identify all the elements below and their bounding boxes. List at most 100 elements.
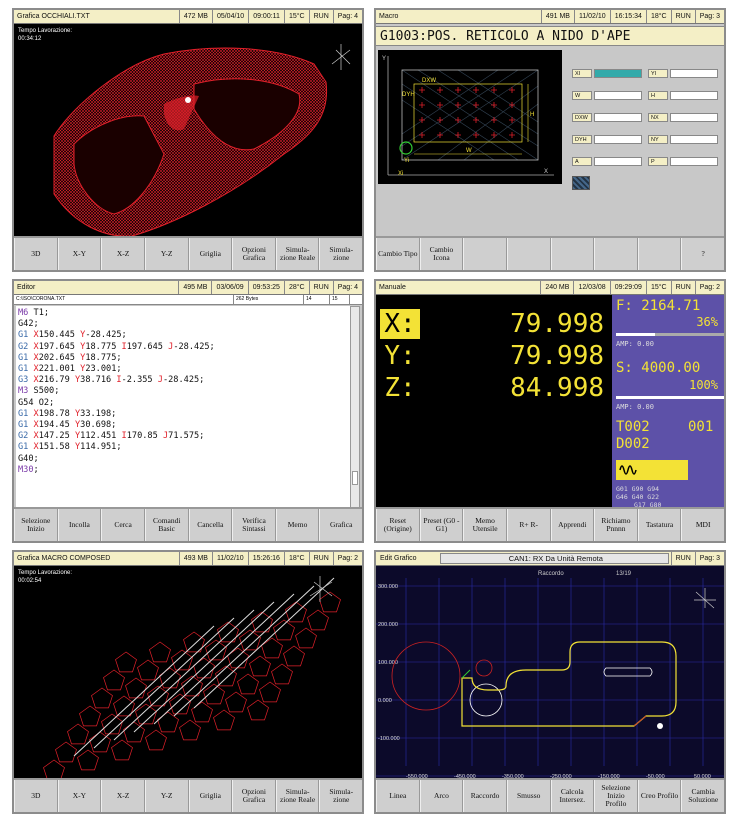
field-value[interactable] <box>594 134 642 144</box>
key-arco[interactable]: Arco <box>419 780 464 812</box>
profile-editor-view[interactable]: Raccordo 13/19 300.000 200.000 100.000 0.00… <box>376 566 724 782</box>
axis-z[interactable]: Z: 84.998 <box>380 373 608 403</box>
field-ny[interactable]: NY <box>648 134 718 144</box>
key-linea[interactable]: Linea <box>376 780 420 812</box>
page-indicator: Pag: 3 <box>694 10 724 23</box>
window-title: Grafica MACRO COMPOSED <box>17 555 111 562</box>
key-help[interactable]: ? <box>681 238 724 270</box>
key-cambio-icona[interactable]: Cambio Icona <box>419 238 464 270</box>
pentagon-cell <box>307 609 329 631</box>
field-nx[interactable]: NX <box>648 112 718 122</box>
key-apprendi[interactable]: Apprendi <box>550 509 595 541</box>
field-value[interactable] <box>670 156 718 166</box>
key-opzioni-grafica[interactable]: Opzioni Grafica <box>232 780 276 812</box>
field-xi[interactable]: XI <box>572 68 642 78</box>
axis-x[interactable]: X: 79.998 <box>380 309 608 339</box>
key-3d[interactable]: 3D <box>14 238 58 270</box>
field-w[interactable]: W <box>572 90 642 100</box>
key-empty-4[interactable] <box>506 238 551 270</box>
field-value[interactable] <box>594 156 642 166</box>
key-incolla[interactable]: Incolla <box>57 509 102 541</box>
key-simulazione-reale[interactable]: Simula-zione Reale <box>275 780 320 812</box>
key-cancella[interactable]: Cancella <box>188 509 233 541</box>
key-selezione-inizio-profilo[interactable]: Selezione Inizio Profilo <box>594 780 638 812</box>
field-p[interactable]: P <box>648 156 718 166</box>
key-opzioni-grafica[interactable]: Opzioni Grafica <box>232 238 276 270</box>
axis-y[interactable]: Y: 79.998 <box>380 341 608 371</box>
field-dyh[interactable]: DYH <box>572 134 642 144</box>
field-value[interactable] <box>594 68 642 78</box>
pentagon-cell <box>319 591 341 613</box>
key-raccordo[interactable]: Raccordo <box>463 780 507 812</box>
key-smusso[interactable]: Smusso <box>506 780 551 812</box>
key-griglia[interactable]: Griglia <box>188 780 233 812</box>
key-xy[interactable]: X-Y <box>57 238 102 270</box>
key-tastatura[interactable]: Tastatura <box>637 509 682 541</box>
tool-number: T002 <box>616 419 650 435</box>
field-dxw[interactable]: DXW <box>572 112 642 122</box>
key-creo-profilo[interactable]: Creo Profilo <box>637 780 682 812</box>
key-empty-6[interactable] <box>594 238 638 270</box>
key-r-plus-minus[interactable]: R+ R- <box>506 509 551 541</box>
field-h[interactable]: H <box>648 90 718 100</box>
field-value[interactable] <box>670 68 718 78</box>
pentagon-cell <box>239 629 261 651</box>
key-cambio-tipo[interactable]: Cambio Tipo <box>376 238 420 270</box>
key-preset[interactable]: Preset (G0 - G1) <box>419 509 464 541</box>
key-yz[interactable]: Y-Z <box>144 780 189 812</box>
editor-scrollbar[interactable] <box>350 306 360 511</box>
code-editor[interactable]: M6 T1; G42; G1 X150.445 Y-28.425; G2 X19… <box>16 306 350 511</box>
key-richiamo[interactable]: Richiamo Pnnnn <box>594 509 638 541</box>
key-yz[interactable]: Y-Z <box>144 238 189 270</box>
title-bar: Macro 491 MB 11/02/10 16:15:34 18°C RUN … <box>376 10 724 24</box>
key-xz[interactable]: X-Z <box>101 780 145 812</box>
time: 09:53:25 <box>247 281 284 294</box>
key-3d[interactable]: 3D <box>14 780 58 812</box>
key-griglia[interactable]: Griglia <box>188 238 233 270</box>
pentagon-cell <box>249 655 271 677</box>
graphic-view[interactable]: Tempo Lavorazione: 00:34:12 <box>14 24 362 240</box>
key-cerca[interactable]: Cerca <box>101 509 145 541</box>
key-verifica-sintassi[interactable]: Verifica Sintassi <box>232 509 276 541</box>
grid-point-marker <box>491 132 497 138</box>
field-label: H <box>648 90 668 100</box>
key-xy[interactable]: X-Y <box>57 780 102 812</box>
key-empty-7[interactable] <box>637 238 682 270</box>
scrollbar-thumb[interactable] <box>352 471 358 485</box>
key-comandi-basic[interactable]: Comandi Basic <box>144 509 189 541</box>
memory: 493 MB <box>178 552 212 565</box>
field-value[interactable] <box>670 112 718 122</box>
key-xz[interactable]: X-Z <box>101 238 145 270</box>
key-simulazione[interactable]: Simula-zione <box>319 238 362 270</box>
field-value[interactable] <box>670 134 718 144</box>
field-a[interactable]: A <box>572 156 642 166</box>
grid-point-marker <box>455 87 461 93</box>
key-grafica[interactable]: Grafica <box>319 509 362 541</box>
field-value[interactable] <box>594 90 642 100</box>
diagram-dxw-label: DXW <box>422 78 436 84</box>
field-yi[interactable]: YI <box>648 68 718 78</box>
key-mdi[interactable]: MDI <box>681 509 724 541</box>
key-empty-3[interactable] <box>463 238 507 270</box>
date: 03/06/09 <box>211 281 247 294</box>
key-memo[interactable]: Memo <box>275 509 320 541</box>
macro-icon[interactable] <box>572 176 590 190</box>
key-simulazione-reale[interactable]: Simula-zione Reale <box>275 238 320 270</box>
work-time: Tempo Lavorazione: 00:02:54 <box>18 569 72 585</box>
key-cambia-soluzione[interactable]: Cambia Soluzione <box>681 780 724 812</box>
pentagon-cell <box>227 647 249 669</box>
feed-bar-fill <box>616 333 655 336</box>
key-calcola-intersez[interactable]: Calcola Intersez. <box>550 780 595 812</box>
graphic-view[interactable]: Tempo Lavorazione: 00:02:54 <box>14 566 362 782</box>
pentagon-cell <box>261 637 283 659</box>
key-memo-utensile[interactable]: Memo Utensile <box>463 509 507 541</box>
field-value[interactable] <box>594 112 642 122</box>
pentagon-cell <box>251 611 273 633</box>
key-selezione-inizio[interactable]: Selezione Inizio <box>14 509 58 541</box>
macro-heading: G1003:POS. RETICOLO A NIDO D'APE <box>376 26 724 46</box>
pentagon-cell <box>283 645 305 667</box>
key-reset-origine[interactable]: Reset (Origine) <box>376 509 420 541</box>
key-empty-5[interactable] <box>550 238 595 270</box>
key-simulazione[interactable]: Simula-zione <box>319 780 362 812</box>
field-value[interactable] <box>670 90 718 100</box>
